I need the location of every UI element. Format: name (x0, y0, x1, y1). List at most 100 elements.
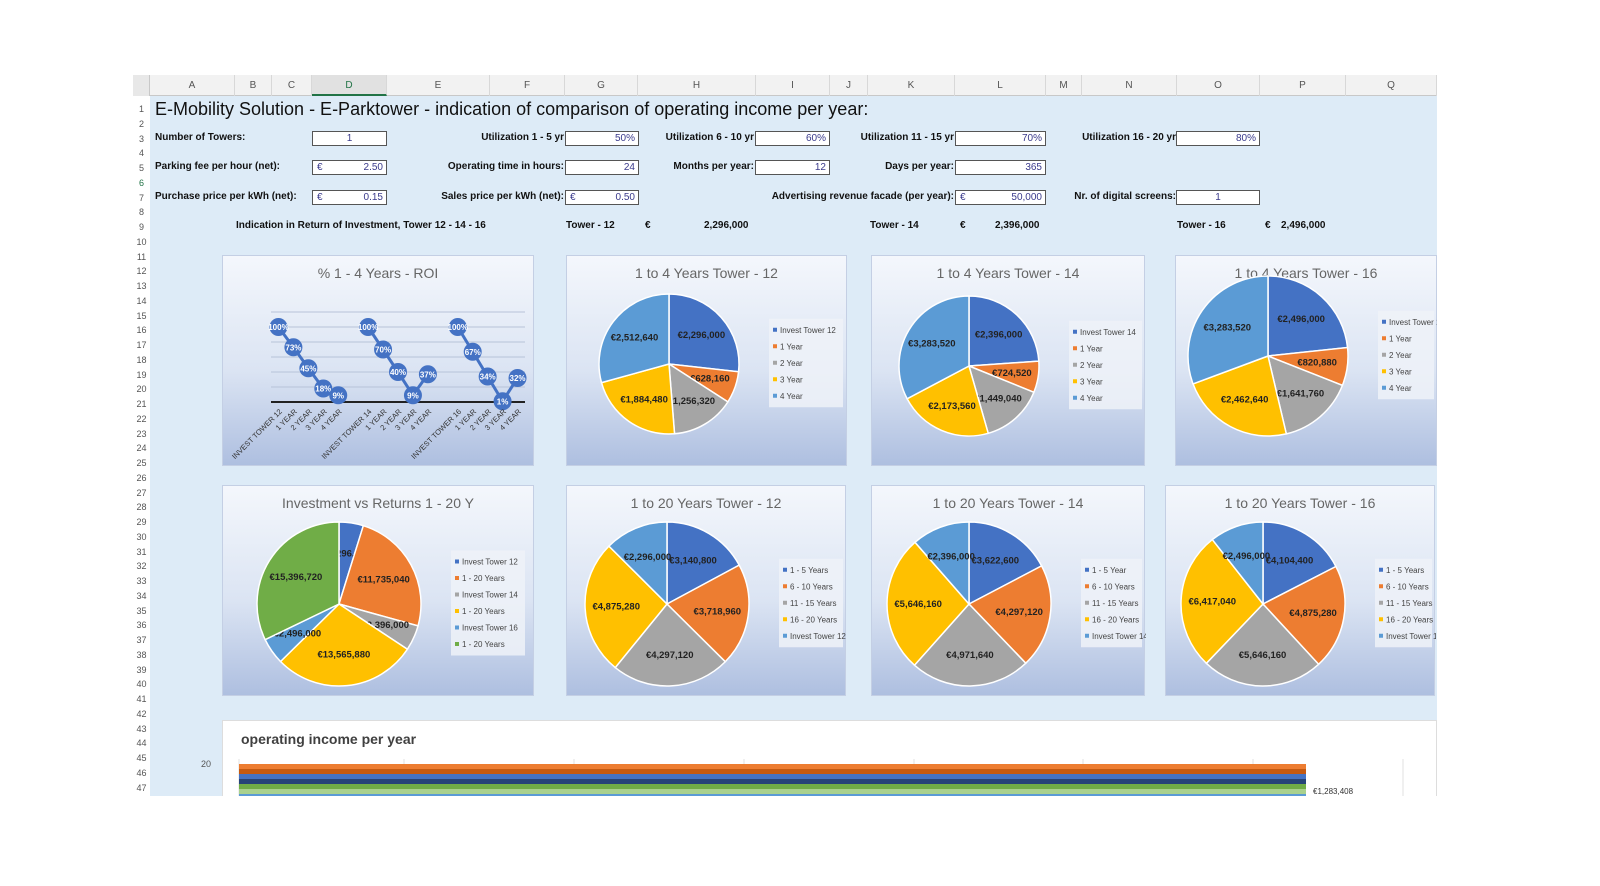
row-header[interactable]: 31 (133, 547, 150, 557)
chart-roi-line[interactable]: % 1 - 4 Years - ROI 100% INVEST TOWER 12 73… (222, 255, 534, 466)
input-util4[interactable]: 80% (1176, 130, 1260, 146)
column-header-E[interactable]: E (387, 75, 490, 96)
column-header-A[interactable]: A (150, 75, 235, 96)
row-header[interactable]: 35 (133, 606, 150, 616)
category-label: INVEST TOWER 12 (230, 407, 284, 461)
row-header[interactable]: 20 (133, 384, 150, 394)
input-advert[interactable]: €50,000 (955, 189, 1046, 205)
row-header[interactable]: 4 (133, 148, 150, 158)
column-header-H[interactable]: H (638, 75, 756, 96)
row-header[interactable]: 28 (133, 502, 150, 512)
chart-pie[interactable]: Investment vs Returns 1 - 20 Y €2,296,000… (222, 485, 534, 696)
series-line (366, 326, 430, 398)
row-header[interactable]: 6 (133, 178, 150, 188)
column-header-P[interactable]: P (1260, 75, 1346, 96)
input-optime[interactable]: 24 (565, 160, 639, 175)
row-header[interactable]: 1 (133, 104, 150, 114)
column-header-M[interactable]: M (1046, 75, 1082, 96)
column-header-I[interactable]: I (756, 75, 830, 96)
row-header[interactable]: 8 (133, 207, 150, 217)
legend-swatch (1379, 600, 1383, 605)
column-header-K[interactable]: K (868, 75, 955, 96)
row-header[interactable]: 9 (133, 222, 150, 232)
row-header[interactable]: 47 (133, 783, 150, 793)
row-header[interactable]: 33 (133, 576, 150, 586)
legend-item: 3 Year (780, 375, 803, 384)
row-header[interactable]: 45 (133, 753, 150, 763)
row-header[interactable]: 19 (133, 370, 150, 380)
row-header[interactable]: 42 (133, 709, 150, 719)
chart-operating-income[interactable]: operating income per year 20 €1,283,408 (203, 720, 1437, 796)
legend-item: 16 - 20 Years (1386, 615, 1433, 624)
input-sales[interactable]: €0.50 (565, 189, 639, 205)
column-header-B[interactable]: B (235, 75, 272, 96)
data-label: €2,296,000 (678, 330, 726, 341)
tower-value: 2,296,000 (704, 220, 749, 231)
row-header[interactable]: 16 (133, 325, 150, 335)
column-header-J[interactable]: J (830, 75, 868, 96)
row-header[interactable]: 37 (133, 635, 150, 645)
row-header[interactable]: 21 (133, 399, 150, 409)
row-header[interactable]: 36 (133, 620, 150, 630)
chart-pie[interactable]: 1 to 4 Years Tower - 14 €2,396,000 €724,52… (871, 255, 1145, 466)
spreadsheet[interactable]: ABCDEFGHIJKLMNOPQ 1 2 3 4 5 6 7 8 9 10 11 12 13 14 15 1… (133, 75, 1437, 796)
input-days[interactable]: 365 (955, 160, 1046, 175)
row-header[interactable]: 26 (133, 473, 150, 483)
row-header[interactable]: 18 (133, 355, 150, 365)
data-label: 18% (315, 385, 331, 394)
legend-item: Invest Tower 12 (780, 326, 836, 335)
row-header[interactable]: 41 (133, 694, 150, 704)
row-header[interactable]: 46 (133, 768, 150, 778)
column-header-G[interactable]: G (565, 75, 638, 96)
row-header[interactable]: 13 (133, 281, 150, 291)
row-header[interactable]: 38 (133, 650, 150, 660)
column-header-D[interactable]: D (312, 75, 387, 96)
input-util3[interactable]: 70% (955, 130, 1046, 146)
row-header[interactable]: 3 (133, 134, 150, 144)
chart-pie[interactable]: 1 to 4 Years Tower - 12 €2,296,000 €628,16… (566, 255, 847, 466)
input-parking[interactable]: €2.50 (312, 160, 387, 175)
column-header-F[interactable]: F (490, 75, 565, 96)
row-header[interactable]: 34 (133, 591, 150, 601)
row-header[interactable]: 24 (133, 443, 150, 453)
row-header[interactable]: 29 (133, 517, 150, 527)
row-header[interactable]: 32 (133, 561, 150, 571)
row-header[interactable]: 40 (133, 679, 150, 689)
input-util2[interactable]: 60% (755, 130, 830, 146)
chart-pie[interactable]: 1 to 20 Years Tower - 16 €4,104,400 €4,875… (1165, 485, 1436, 696)
row-header[interactable]: 22 (133, 414, 150, 424)
row-header[interactable]: 10 (133, 237, 150, 247)
row-header[interactable]: 11 (133, 252, 150, 262)
row-header[interactable]: 14 (133, 296, 150, 306)
chart-pie[interactable]: 1 to 20 Years Tower - 12 €3,140,800 €3,718… (566, 485, 846, 696)
input-purchase[interactable]: €0.15 (312, 189, 387, 205)
row-header[interactable]: 15 (133, 311, 150, 321)
legend-item: Invest Tower 16 (1389, 318, 1437, 327)
column-header-Q[interactable]: Q (1346, 75, 1437, 96)
chart-pie[interactable]: 1 to 4 Years Tower - 16 €2,496,000 €820,88… (1175, 255, 1437, 466)
row-header[interactable]: 2 (133, 119, 150, 129)
input-screens[interactable]: 1 (1176, 189, 1260, 205)
row-header[interactable]: 25 (133, 458, 150, 468)
row-header[interactable]: 17 (133, 340, 150, 350)
row-header[interactable]: 30 (133, 532, 150, 542)
row-header[interactable]: 7 (133, 193, 150, 203)
row-header[interactable]: 27 (133, 488, 150, 498)
row-header[interactable]: 23 (133, 429, 150, 439)
row-header[interactable]: 12 (133, 266, 150, 276)
data-label: €15,396,720 (270, 572, 323, 583)
column-header-O[interactable]: O (1177, 75, 1260, 96)
row-header[interactable]: 39 (133, 665, 150, 675)
input-util1[interactable]: 50% (565, 130, 639, 146)
row-header[interactable]: 43 (133, 724, 150, 734)
column-header-N[interactable]: N (1082, 75, 1177, 96)
chart-title: operating income per year (241, 731, 417, 747)
column-header-L[interactable]: L (955, 75, 1046, 96)
input-months[interactable]: 12 (755, 160, 830, 175)
chart-pie[interactable]: 1 to 20 Years Tower - 14 €3,622,600 €4,297… (871, 485, 1146, 696)
column-header-C[interactable]: C (272, 75, 312, 96)
select-all-corner[interactable] (133, 75, 150, 96)
row-header[interactable]: 5 (133, 163, 150, 173)
input-towers[interactable]: 1 (312, 130, 387, 146)
row-header[interactable]: 44 (133, 738, 150, 748)
